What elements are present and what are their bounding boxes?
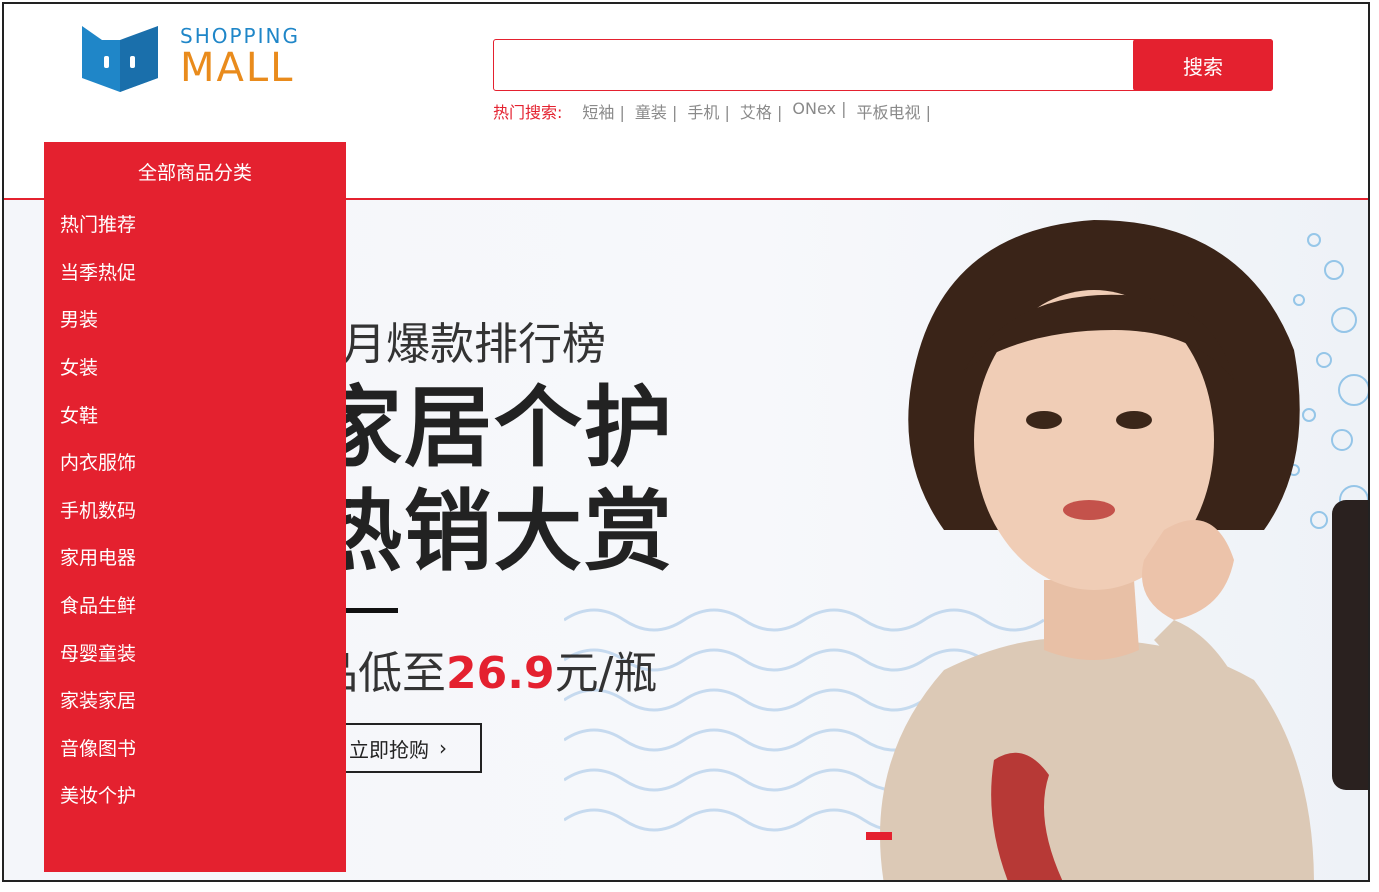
model-photo — [880, 220, 1368, 880]
cat-logo-icon — [82, 26, 158, 92]
category-item[interactable]: 家装家居 — [60, 676, 346, 724]
search-button[interactable]: 搜索 — [1133, 39, 1273, 91]
promo-title-line1: 家居个护 — [314, 376, 675, 479]
chevron-right-icon: › — [439, 736, 447, 760]
hot-search-link[interactable]: 艾格 — [740, 99, 783, 123]
logo-text-mall: MALL — [180, 45, 295, 91]
category-list: 热门推荐 当季热促 男装 女装 女鞋 内衣服饰 手机数码 家用电器 食品生鲜 母… — [44, 200, 346, 819]
promo-price: 品低至26.9元/瓶 — [314, 637, 674, 701]
promo-subtitle: 7月爆款排行榜 — [314, 319, 606, 370]
hot-search-label: 热门搜索: — [493, 103, 563, 122]
category-item[interactable]: 女鞋 — [60, 390, 346, 438]
promo-block: 7月爆款排行榜 家居个护 热销大赏 品低至26.9元/瓶 立即抢购 › — [314, 308, 674, 773]
hot-search-link[interactable]: 童装 — [635, 99, 678, 123]
search-input[interactable] — [494, 40, 1133, 90]
promo-title-line2: 热销大赏 — [314, 480, 675, 583]
hot-search-link[interactable]: 短袖 — [582, 99, 625, 123]
category-item[interactable]: 音像图书 — [60, 724, 346, 772]
category-item[interactable]: 男装 — [60, 295, 346, 343]
category-item[interactable]: 美妆个护 — [60, 771, 346, 819]
hot-search-link[interactable]: 手机 — [687, 99, 730, 123]
hot-search: 热门搜索: 短袖 童装 手机 艾格 ONex 平板电视 — [493, 99, 941, 123]
category-item[interactable]: 手机数码 — [60, 486, 346, 534]
carousel-indicator[interactable] — [866, 832, 892, 840]
promo-price-suffix: 元/瓶 — [554, 648, 658, 699]
site-logo[interactable]: SHOPPING MALL — [80, 20, 320, 94]
search-bar: 搜索 — [493, 39, 1273, 91]
hot-search-link[interactable]: ONex — [792, 99, 846, 123]
category-menu: 全部商品分类 热门推荐 当季热促 男装 女装 女鞋 内衣服饰 手机数码 家用电器… — [44, 142, 346, 872]
page-frame: SHOPPING MALL 搜索 热门搜索: 短袖 童装 手机 艾格 ONex … — [2, 2, 1370, 882]
buy-now-label: 立即抢购 — [349, 737, 429, 762]
category-item[interactable]: 家用电器 — [60, 533, 346, 581]
category-item[interactable]: 母婴童装 — [60, 628, 346, 676]
category-item[interactable]: 当季热促 — [60, 248, 346, 296]
category-menu-title[interactable]: 全部商品分类 — [44, 142, 346, 200]
category-item[interactable]: 女装 — [60, 343, 346, 391]
category-item[interactable]: 食品生鲜 — [60, 581, 346, 629]
promo-price-value: 26.9 — [446, 648, 555, 699]
category-item[interactable]: 热门推荐 — [60, 200, 346, 248]
hot-search-link[interactable]: 平板电视 — [856, 99, 931, 123]
category-item[interactable]: 内衣服饰 — [60, 438, 346, 486]
